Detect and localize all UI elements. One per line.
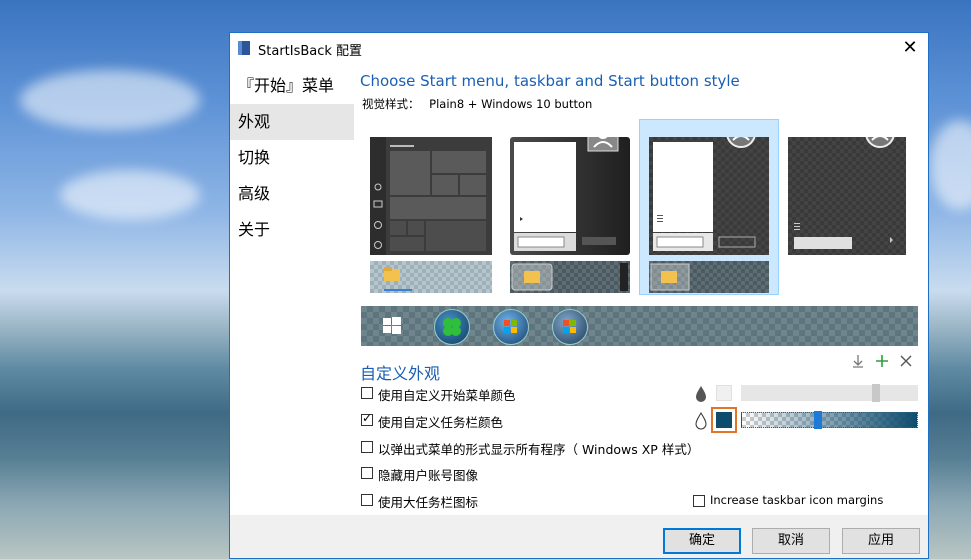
taskbar-opacity-drop-icon (694, 412, 708, 430)
style-heading: Choose Start menu, taskbar and Start but… (360, 72, 740, 90)
vista-start-orb-option[interactable] (552, 309, 588, 345)
checkbox[interactable] (693, 495, 705, 507)
checkbox[interactable] (361, 387, 373, 399)
taskbar-color-fill (716, 412, 732, 428)
sidebar-nav: 『开始』菜单 外观 切换 高级 关于 (230, 63, 354, 503)
option-label: 使用自定义开始菜单颜色 (378, 388, 516, 403)
startisback-app-icon (238, 41, 250, 55)
sidebar-item-about[interactable]: 关于 (230, 212, 354, 248)
start-style-thumb-windows7[interactable] (510, 120, 630, 255)
desktop-cloud (930, 120, 971, 210)
desktop-cloud (60, 170, 200, 220)
cancel-button[interactable]: 取消 (752, 528, 830, 554)
start-style-thumb-windows10[interactable] (370, 137, 492, 255)
sidebar-item-advanced[interactable]: 高级 (230, 176, 354, 212)
window-title: StartIsBack 配置 (258, 44, 363, 59)
option-label: 使用大任务栏图标 (378, 495, 479, 510)
visual-style-line: 视觉样式： Plain8 + Windows 10 button (362, 96, 592, 112)
checkbox[interactable] (361, 494, 373, 506)
close-icon[interactable]: ✕ (896, 34, 924, 62)
start-menu-color-swatch[interactable] (716, 385, 732, 401)
download-icon[interactable] (850, 353, 866, 369)
taskbar-style-thumb-2[interactable] (510, 261, 630, 293)
windows7-start-orb-option[interactable] (493, 309, 529, 345)
windows10-start-button-option[interactable] (375, 309, 409, 343)
customize-appearance-title: 自定义外观 (360, 364, 441, 383)
apply-button[interactable]: 应用 (842, 528, 920, 554)
title-bar[interactable]: StartIsBack 配置 ✕ (230, 33, 928, 63)
add-icon[interactable] (874, 353, 890, 369)
desktop-cloud (20, 70, 200, 130)
remove-icon[interactable] (898, 353, 914, 369)
taskbar-style-thumb-1[interactable] (370, 261, 492, 293)
checkbox[interactable] (361, 411, 373, 426)
checkbox[interactable] (361, 467, 373, 479)
start-button-preview-bar (361, 306, 918, 346)
ok-button[interactable]: 确定 (663, 528, 741, 554)
sidebar-item-start-menu[interactable]: 『开始』菜单 (230, 68, 354, 104)
taskbar-style-thumb-3[interactable] (649, 261, 769, 293)
option-label: 以弹出式菜单的形式显示所有程序（ Windows XP 样式） (378, 442, 700, 457)
taskbar-opacity-slider[interactable] (741, 411, 918, 429)
clover-start-orb-option[interactable] (434, 309, 470, 345)
sidebar-item-switching[interactable]: 切换 (230, 140, 354, 176)
option-label: 隐藏用户账号图像 (378, 468, 479, 483)
visual-style-label: 视觉样式： (362, 97, 420, 111)
start-menu-opacity-drop-icon (694, 385, 708, 403)
checkbox[interactable] (361, 441, 373, 453)
slider-thumb[interactable] (872, 384, 880, 402)
start-style-thumb-plain8[interactable] (649, 118, 769, 255)
option-label: Increase taskbar icon margins (710, 493, 884, 507)
start-menu-opacity-slider[interactable] (741, 384, 918, 402)
config-window: StartIsBack 配置 ✕ 『开始』菜单 外观 切换 高级 关于 Choo… (229, 32, 929, 559)
option-label: 使用自定义任务栏颜色 (378, 415, 504, 430)
start-style-thumb-plain10[interactable] (788, 118, 906, 255)
taskbar-color-swatch[interactable] (711, 407, 737, 433)
visual-style-value: Plain8 + Windows 10 button (429, 97, 593, 111)
slider-thumb[interactable] (814, 411, 822, 429)
sidebar-item-appearance[interactable]: 外观 (230, 104, 354, 140)
